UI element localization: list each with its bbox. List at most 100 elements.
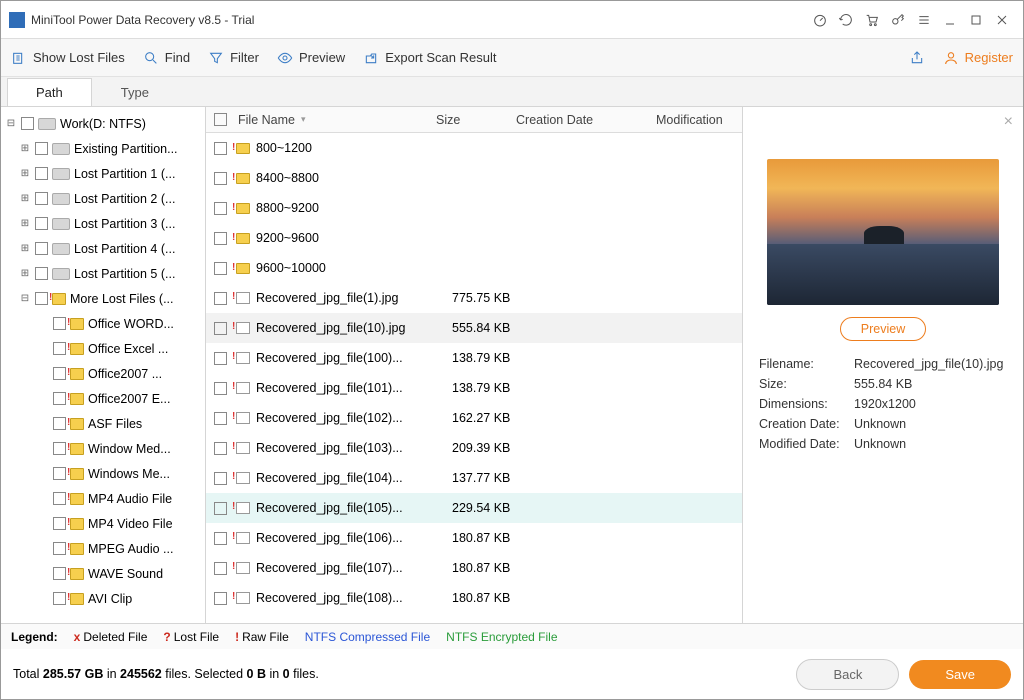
list-row[interactable]: Recovered_jpg_file(100)...138.79 KB <box>206 343 742 373</box>
tree-item[interactable]: Windows Me... <box>1 461 205 486</box>
row-checkbox[interactable] <box>214 172 227 185</box>
tree-item[interactable]: WAVE Sound <box>1 561 205 586</box>
tree-checkbox[interactable] <box>53 392 66 405</box>
tree-checkbox[interactable] <box>53 442 66 455</box>
find-button[interactable]: Find <box>143 50 190 66</box>
list-row[interactable]: 8400~8800 <box>206 163 742 193</box>
tree-item[interactable]: Office WORD... <box>1 311 205 336</box>
list-row[interactable]: Recovered_jpg_file(102)...162.27 KB <box>206 403 742 433</box>
list-row[interactable]: Recovered_jpg_file(103)...209.39 KB <box>206 433 742 463</box>
col-size[interactable]: Size <box>436 113 516 127</box>
speed-icon[interactable] <box>807 7 833 33</box>
tree-checkbox[interactable] <box>35 242 48 255</box>
tab-path[interactable]: Path <box>7 78 92 106</box>
tree-checkbox[interactable] <box>53 417 66 430</box>
folder-tree[interactable]: ⊟Work(D: NTFS)⊞Existing Partition...⊞Los… <box>1 107 206 623</box>
tree-checkbox[interactable] <box>35 142 48 155</box>
key-icon[interactable] <box>885 7 911 33</box>
tree-checkbox[interactable] <box>53 592 66 605</box>
tree-item[interactable]: MPEG Audio ... <box>1 536 205 561</box>
list-row[interactable]: Recovered_jpg_file(104)...137.77 KB <box>206 463 742 493</box>
register-button[interactable]: Register <box>943 50 1013 66</box>
row-checkbox[interactable] <box>214 472 227 485</box>
expand-toggle-icon[interactable]: ⊞ <box>19 268 31 279</box>
expand-toggle-icon[interactable]: ⊞ <box>19 218 31 229</box>
tree-item[interactable]: ⊟More Lost Files (... <box>1 286 205 311</box>
tree-item[interactable]: ASF Files <box>1 411 205 436</box>
tree-item[interactable]: ⊞Lost Partition 5 (... <box>1 261 205 286</box>
row-checkbox[interactable] <box>214 502 227 515</box>
col-modification[interactable]: Modification <box>656 113 742 127</box>
row-checkbox[interactable] <box>214 562 227 575</box>
tree-checkbox[interactable] <box>53 467 66 480</box>
maximize-icon[interactable] <box>963 7 989 33</box>
tree-item[interactable]: ⊞Lost Partition 3 (... <box>1 211 205 236</box>
close-icon[interactable] <box>989 7 1015 33</box>
expand-toggle-icon[interactable]: ⊞ <box>19 193 31 204</box>
tree-item[interactable]: Office Excel ... <box>1 336 205 361</box>
tree-checkbox[interactable] <box>53 542 66 555</box>
tree-checkbox[interactable] <box>53 317 66 330</box>
tree-item[interactable]: ⊞Lost Partition 4 (... <box>1 236 205 261</box>
expand-toggle-icon[interactable]: ⊞ <box>19 143 31 154</box>
row-checkbox[interactable] <box>214 532 227 545</box>
tree-checkbox[interactable] <box>53 517 66 530</box>
expand-toggle-icon[interactable]: ⊞ <box>19 168 31 179</box>
row-checkbox[interactable] <box>214 232 227 245</box>
list-row[interactable]: 800~1200 <box>206 133 742 163</box>
tree-item[interactable]: AVI Clip <box>1 586 205 611</box>
row-checkbox[interactable] <box>214 592 227 605</box>
tree-item[interactable]: ⊟Work(D: NTFS) <box>1 111 205 136</box>
row-checkbox[interactable] <box>214 442 227 455</box>
tree-checkbox[interactable] <box>21 117 34 130</box>
save-button[interactable]: Save <box>909 660 1011 689</box>
col-name[interactable]: File Name <box>238 113 295 127</box>
tree-checkbox[interactable] <box>35 192 48 205</box>
list-row[interactable]: Recovered_jpg_file(107)...180.87 KB <box>206 553 742 583</box>
preview-close-icon[interactable]: × <box>1004 113 1013 131</box>
preview-button[interactable]: Preview <box>277 50 345 66</box>
tree-item[interactable]: ⊞Existing Partition... <box>1 136 205 161</box>
list-row[interactable]: 8800~9200 <box>206 193 742 223</box>
row-checkbox[interactable] <box>214 202 227 215</box>
expand-toggle-icon[interactable]: ⊟ <box>5 118 17 129</box>
tree-item[interactable]: MP4 Video File <box>1 511 205 536</box>
list-row[interactable]: Recovered_jpg_file(10).jpg555.84 KB <box>206 313 742 343</box>
tree-checkbox[interactable] <box>35 267 48 280</box>
row-checkbox[interactable] <box>214 412 227 425</box>
row-checkbox[interactable] <box>214 262 227 275</box>
tree-item[interactable]: MP4 Audio File <box>1 486 205 511</box>
tree-checkbox[interactable] <box>35 217 48 230</box>
list-row[interactable]: Recovered_jpg_file(105)...229.54 KB <box>206 493 742 523</box>
list-body[interactable]: 800~12008400~88008800~92009200~96009600~… <box>206 133 742 623</box>
tab-type[interactable]: Type <box>92 78 178 106</box>
row-checkbox[interactable] <box>214 322 227 335</box>
expand-toggle-icon[interactable]: ⊟ <box>19 293 31 304</box>
filter-button[interactable]: Filter <box>208 50 259 66</box>
row-checkbox[interactable] <box>214 352 227 365</box>
expand-toggle-icon[interactable]: ⊞ <box>19 243 31 254</box>
tree-item[interactable]: Office2007 ... <box>1 361 205 386</box>
show-lost-files-button[interactable]: Show Lost Files <box>11 50 125 66</box>
export-scan-result-button[interactable]: Export Scan Result <box>363 50 496 66</box>
preview-open-button[interactable]: Preview <box>840 317 926 341</box>
list-row[interactable]: Recovered_jpg_file(108)...180.87 KB <box>206 583 742 613</box>
row-checkbox[interactable] <box>214 142 227 155</box>
col-creation-date[interactable]: Creation Date <box>516 113 656 127</box>
back-button[interactable]: Back <box>796 659 899 690</box>
list-row[interactable]: Recovered_jpg_file(101)...138.79 KB <box>206 373 742 403</box>
tree-checkbox[interactable] <box>53 492 66 505</box>
list-row[interactable]: Recovered_jpg_file(1).jpg775.75 KB <box>206 283 742 313</box>
list-row[interactable]: 9600~10000 <box>206 253 742 283</box>
tree-item[interactable]: ⊞Lost Partition 1 (... <box>1 161 205 186</box>
select-all-checkbox[interactable] <box>214 113 227 126</box>
tree-checkbox[interactable] <box>53 567 66 580</box>
minimize-icon[interactable] <box>937 7 963 33</box>
list-row[interactable]: 9200~9600 <box>206 223 742 253</box>
cart-icon[interactable] <box>859 7 885 33</box>
tree-checkbox[interactable] <box>53 367 66 380</box>
tree-checkbox[interactable] <box>53 342 66 355</box>
menu-icon[interactable] <box>911 7 937 33</box>
tree-item[interactable]: Window Med... <box>1 436 205 461</box>
row-checkbox[interactable] <box>214 292 227 305</box>
